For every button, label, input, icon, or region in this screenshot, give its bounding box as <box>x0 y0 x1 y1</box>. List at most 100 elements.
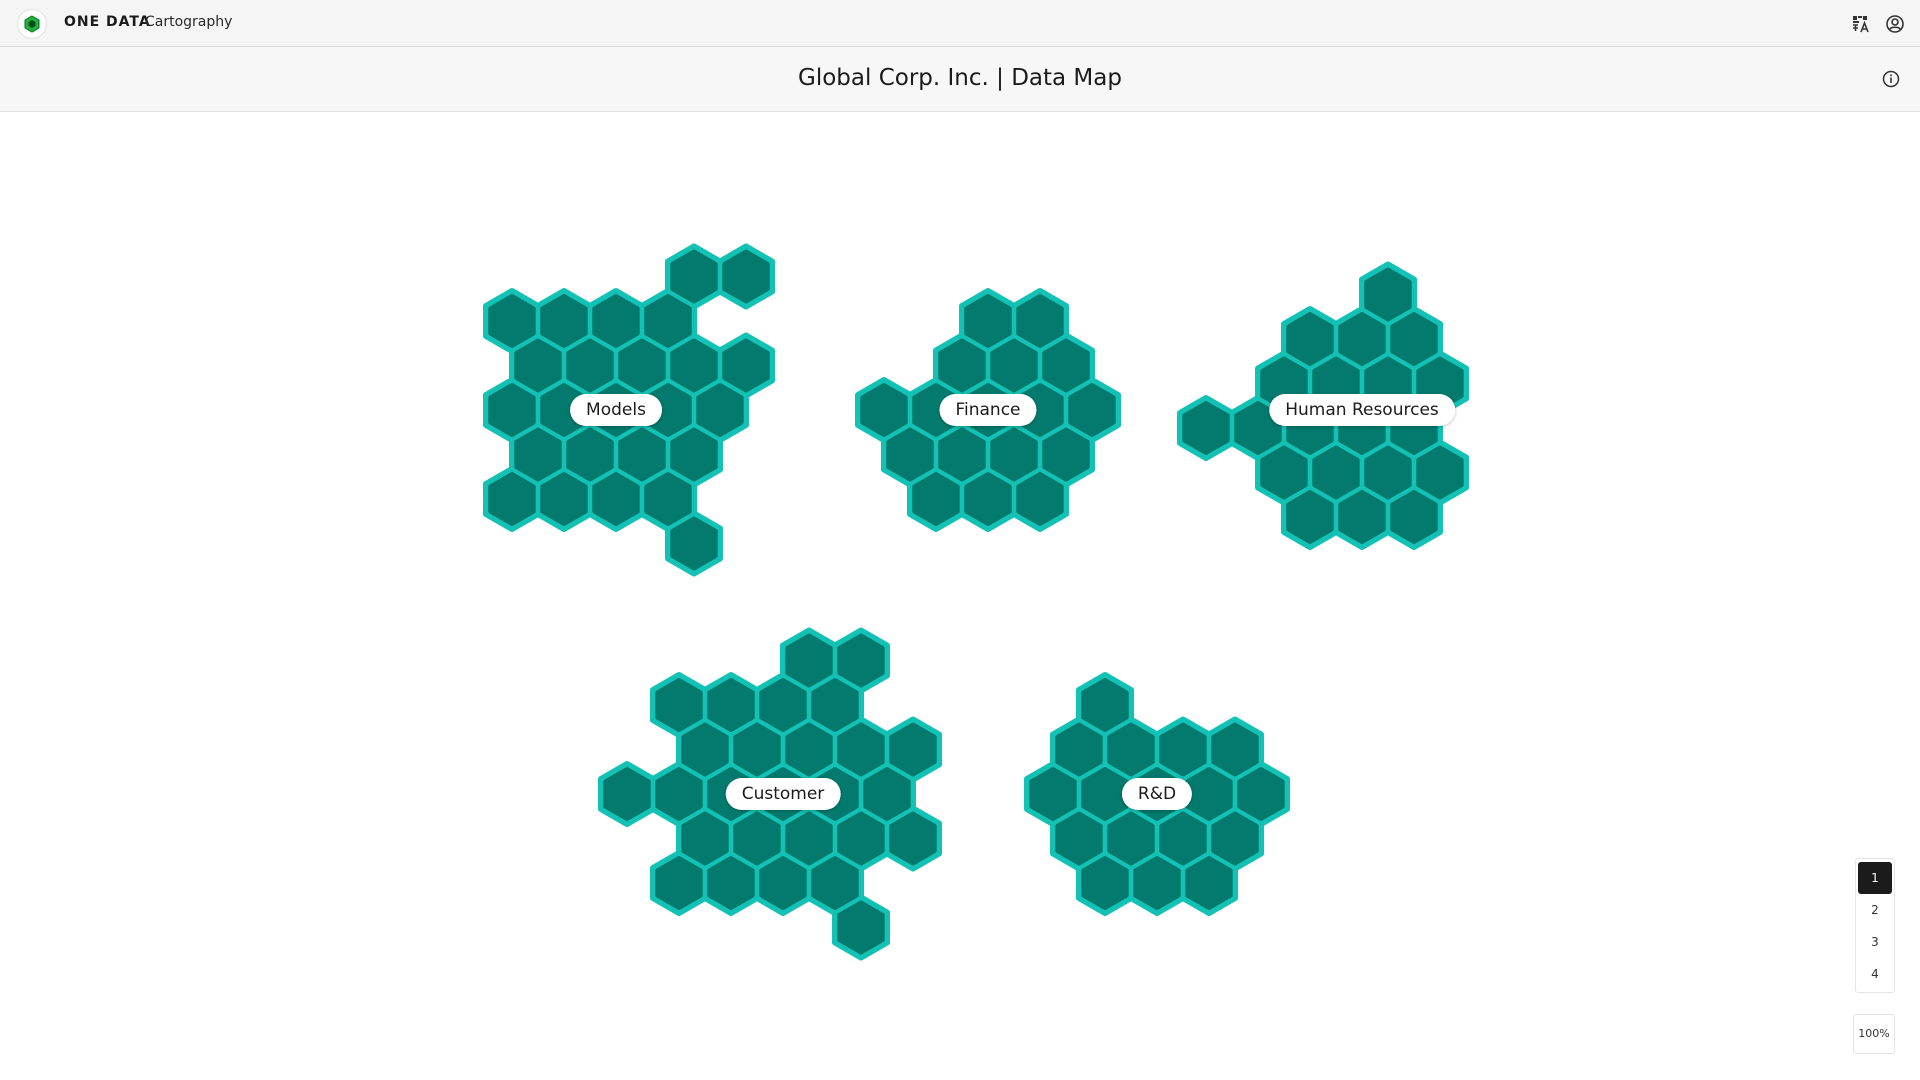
hex-tile-models[interactable] <box>488 294 536 348</box>
hex-tile-customer[interactable] <box>655 767 703 821</box>
hex-tile-customer[interactable] <box>785 633 833 688</box>
hex-tile-customer[interactable] <box>785 722 833 777</box>
hex-tile-models[interactable] <box>592 294 640 348</box>
hex-tile-models[interactable] <box>592 472 640 526</box>
hex-tile-rnd[interactable] <box>1081 678 1129 732</box>
hex-tile-rnd[interactable] <box>1107 811 1155 866</box>
hex-tile-customer[interactable] <box>889 811 937 866</box>
hex-tile-customer[interactable] <box>889 722 937 777</box>
hex-tile-models[interactable] <box>670 516 718 571</box>
hex-tile-customer[interactable] <box>811 856 859 910</box>
hex-tile-models[interactable] <box>670 338 718 393</box>
hex-tile-models[interactable] <box>618 338 666 393</box>
hex-tile-customer[interactable] <box>811 678 859 732</box>
hex-tile-models[interactable] <box>722 338 770 393</box>
hex-tile-human-resources[interactable] <box>1364 445 1412 500</box>
hex-tile-customer[interactable] <box>655 856 703 910</box>
hex-tile-models[interactable] <box>670 427 718 482</box>
hex-tile-human-resources[interactable] <box>1390 312 1438 366</box>
hex-tile-finance[interactable] <box>938 427 986 482</box>
hex-tile-human-resources[interactable] <box>1338 490 1386 544</box>
hex-tile-rnd[interactable] <box>1081 856 1129 910</box>
hex-tile-rnd[interactable] <box>1055 811 1103 866</box>
hex-tile-human-resources[interactable] <box>1312 445 1360 500</box>
hex-tile-rnd[interactable] <box>1185 767 1233 821</box>
hex-tile-customer[interactable] <box>759 856 807 910</box>
info-icon[interactable] <box>1880 68 1902 90</box>
hex-tile-customer[interactable] <box>655 678 703 732</box>
hex-tile-finance[interactable] <box>990 427 1038 482</box>
hex-tile-finance[interactable] <box>886 427 934 482</box>
hex-tile-human-resources[interactable] <box>1364 267 1412 322</box>
hex-tile-finance[interactable] <box>860 383 908 437</box>
page-button-3[interactable]: 3 <box>1858 926 1892 958</box>
hex-tile-customer[interactable] <box>681 722 729 777</box>
hex-tile-customer[interactable] <box>603 767 651 821</box>
hex-tile-customer[interactable] <box>785 811 833 866</box>
hex-tile-customer[interactable] <box>759 678 807 732</box>
hex-tile-finance[interactable] <box>938 338 986 393</box>
hex-tile-customer[interactable] <box>733 811 781 866</box>
hex-tile-rnd[interactable] <box>1237 767 1285 821</box>
hex-tile-models[interactable] <box>644 472 692 526</box>
hex-tile-customer[interactable] <box>837 633 885 688</box>
hex-tile-rnd[interactable] <box>1133 856 1181 910</box>
hex-tile-models[interactable] <box>540 294 588 348</box>
hex-tile-finance[interactable] <box>1042 427 1090 482</box>
hex-tile-models[interactable] <box>722 249 770 304</box>
hex-tile-rnd[interactable] <box>1159 722 1207 777</box>
hex-tile-models[interactable] <box>514 338 562 393</box>
hex-tile-customer[interactable] <box>863 767 911 821</box>
hex-tile-models[interactable] <box>644 294 692 348</box>
translate-icon[interactable] <box>1850 13 1872 35</box>
hex-tile-human-resources[interactable] <box>1338 312 1386 366</box>
hex-tile-models[interactable] <box>540 472 588 526</box>
hex-tile-rnd[interactable] <box>1211 722 1259 777</box>
hex-tile-customer[interactable] <box>707 678 755 732</box>
user-profile-icon[interactable] <box>1884 13 1906 35</box>
cluster-label-rnd[interactable]: R&D <box>1121 778 1193 810</box>
hex-tile-models[interactable] <box>514 427 562 482</box>
hex-tile-finance[interactable] <box>912 472 960 526</box>
hex-tile-models[interactable] <box>618 427 666 482</box>
hex-tile-finance[interactable] <box>1016 294 1064 348</box>
hex-tile-models[interactable] <box>488 383 536 437</box>
data-map-canvas[interactable] <box>0 112 1920 1080</box>
hex-tile-finance[interactable] <box>1016 472 1064 526</box>
hex-tile-models[interactable] <box>488 472 536 526</box>
hex-tile-finance[interactable] <box>964 472 1012 526</box>
hex-tile-rnd[interactable] <box>1211 811 1259 866</box>
hex-tile-human-resources[interactable] <box>1286 490 1334 544</box>
page-button-4[interactable]: 4 <box>1858 958 1892 990</box>
hex-tile-finance[interactable] <box>964 294 1012 348</box>
hex-tile-finance[interactable] <box>1068 383 1116 437</box>
hex-tile-human-resources[interactable] <box>1390 490 1438 544</box>
page-button-1[interactable]: 1 <box>1858 862 1892 894</box>
hex-tile-rnd[interactable] <box>1029 767 1077 821</box>
hex-tile-customer[interactable] <box>837 900 885 955</box>
hex-tile-rnd[interactable] <box>1107 722 1155 777</box>
zoom-level-button[interactable]: 100% <box>1853 1014 1895 1054</box>
hex-tile-models[interactable] <box>696 383 744 437</box>
hex-tile-rnd[interactable] <box>1185 856 1233 910</box>
cluster-label-customer[interactable]: Customer <box>725 778 841 810</box>
hex-tile-rnd[interactable] <box>1055 722 1103 777</box>
hex-tile-models[interactable] <box>566 427 614 482</box>
hex-tile-models[interactable] <box>670 249 718 304</box>
one-data-logo-icon[interactable] <box>17 9 47 39</box>
hex-tile-finance[interactable] <box>990 338 1038 393</box>
page-button-2[interactable]: 2 <box>1858 894 1892 926</box>
hex-tile-human-resources[interactable] <box>1260 445 1308 500</box>
cluster-label-finance[interactable]: Finance <box>939 394 1037 426</box>
hex-tile-models[interactable] <box>566 338 614 393</box>
hex-tile-customer[interactable] <box>681 811 729 866</box>
cluster-label-human-resources[interactable]: Human Resources <box>1269 394 1455 426</box>
hex-tile-customer[interactable] <box>707 856 755 910</box>
hex-tile-rnd[interactable] <box>1159 811 1207 866</box>
hex-tile-finance[interactable] <box>1042 338 1090 393</box>
hex-tile-human-resources[interactable] <box>1286 312 1334 366</box>
hex-tile-human-resources[interactable] <box>1182 401 1230 455</box>
hex-tile-human-resources[interactable] <box>1416 445 1464 500</box>
hex-tile-customer[interactable] <box>837 811 885 866</box>
hex-tile-rnd[interactable] <box>1081 767 1129 821</box>
